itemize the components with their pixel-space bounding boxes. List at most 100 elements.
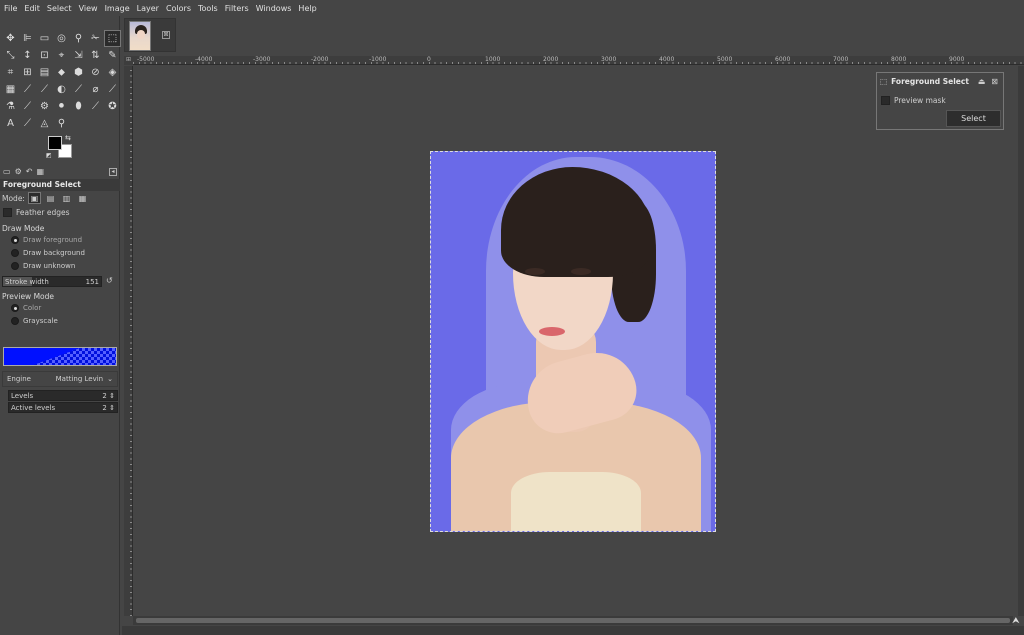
tool-icon[interactable]: ◈ — [104, 64, 121, 81]
radio-preview-grayscale[interactable]: Grayscale — [11, 317, 58, 325]
tool-icon[interactable]: ⬢ — [70, 64, 87, 81]
levels-spinner[interactable]: Levels 2 ⇕ — [8, 390, 118, 401]
swap-colors-icon[interactable]: ⇆ — [65, 134, 71, 142]
image-thumbnail[interactable] — [129, 21, 151, 51]
foreground-color-swatch[interactable] — [48, 136, 62, 150]
tool-options-tab-icon[interactable]: ▭ — [3, 167, 11, 176]
radio-dot[interactable] — [11, 317, 19, 325]
tool-icon[interactable]: ⇲ — [70, 47, 87, 64]
menu-windows[interactable]: Windows — [256, 4, 292, 13]
tool-icon[interactable]: ⤡ — [2, 47, 19, 64]
tool-icon[interactable]: ⌗ — [2, 64, 19, 81]
tool-icon[interactable]: ✁ — [87, 30, 104, 47]
canvas-area[interactable] — [133, 66, 1018, 616]
horizontal-ruler[interactable]: -5000 -4000 -3000 -2000 -1000 0 1000 2000 3000 40… — [133, 56, 1024, 65]
radio-dot[interactable] — [11, 236, 19, 244]
radio-draw-background[interactable]: Draw background — [11, 249, 85, 257]
tool-icon[interactable]: ⌖ — [53, 47, 70, 64]
select-button[interactable]: Select — [946, 110, 1001, 127]
tool-icon[interactable]: ✪ — [104, 98, 121, 115]
tool-icon[interactable]: A — [2, 115, 19, 132]
menu-help[interactable]: Help — [298, 4, 316, 13]
radio-draw-unknown[interactable]: Draw unknown — [11, 262, 75, 270]
engine-select[interactable]: Engine Matting Levin ⌄ — [2, 371, 118, 387]
mode-intersect-button[interactable]: ▦ — [76, 192, 89, 204]
spin-arrows-icon[interactable]: ⇕ — [109, 404, 115, 412]
tool-icon[interactable]: ⚙ — [36, 98, 53, 115]
radio-preview-color[interactable]: Color — [11, 304, 41, 312]
tool-icon[interactable]: ◎ — [53, 30, 70, 47]
navigate-icon[interactable]: ⮝ — [1012, 616, 1020, 626]
spin-arrows-icon[interactable]: ⇕ — [109, 392, 115, 400]
tool-icon[interactable]: ⟋ — [36, 81, 53, 98]
preview-mask-checkbox[interactable] — [881, 96, 890, 105]
tool-icon[interactable]: ⚗ — [2, 98, 19, 115]
tool-icon[interactable]: ▭ — [36, 30, 53, 47]
menu-file[interactable]: File — [4, 4, 17, 13]
mode-subtract-button[interactable]: ▥ — [60, 192, 73, 204]
tool-icon[interactable]: ⊡ — [36, 47, 53, 64]
tool-icon[interactable]: ◐ — [53, 81, 70, 98]
reset-stroke-width-icon[interactable]: ↺ — [106, 276, 113, 285]
ruler-label: 1000 — [485, 56, 501, 63]
image-canvas[interactable] — [430, 151, 716, 532]
active-levels-spinner[interactable]: Active levels 2 ⇕ — [8, 402, 118, 413]
pin-icon[interactable]: ⏏ — [978, 77, 986, 86]
menu-layer[interactable]: Layer — [137, 4, 159, 13]
tool-icon[interactable]: ⬥ — [53, 64, 70, 81]
tool-icon[interactable]: ✥ — [2, 30, 19, 47]
tool-icon[interactable]: ◬ — [36, 115, 53, 132]
menu-image[interactable]: Image — [105, 4, 130, 13]
horizontal-scrollbar[interactable] — [133, 616, 1013, 625]
tool-icon[interactable]: ▦ — [2, 81, 19, 98]
images-tab-icon[interactable]: ▦ — [36, 167, 44, 176]
radio-draw-foreground[interactable]: Draw foreground — [11, 236, 82, 244]
radio-dot[interactable] — [11, 249, 19, 257]
menu-filters[interactable]: Filters — [225, 4, 249, 13]
image-tab[interactable]: ⊠ — [124, 18, 176, 52]
tool-icon[interactable]: ⚲ — [70, 30, 87, 47]
tool-icon[interactable]: ⊞ — [19, 64, 36, 81]
stroke-width-spinner[interactable]: Stroke width 151 — [2, 276, 102, 287]
tool-icon[interactable]: ⟋ — [19, 115, 36, 132]
vertical-ruler[interactable] — [124, 66, 133, 616]
feather-edges-row[interactable]: Feather edges — [3, 208, 70, 217]
tool-icon[interactable]: ↕ — [19, 47, 36, 64]
tool-icon[interactable]: ⟋ — [19, 81, 36, 98]
tool-icon[interactable]: ⟋ — [19, 98, 36, 115]
menu-edit[interactable]: Edit — [24, 4, 40, 13]
radio-dot[interactable] — [11, 262, 19, 270]
mode-add-button[interactable]: ▤ — [44, 192, 57, 204]
menu-colors[interactable]: Colors — [166, 4, 191, 13]
tool-icon[interactable]: ⟋ — [104, 81, 121, 98]
tool-icon[interactable]: ⇅ — [87, 47, 104, 64]
preview-mask-row[interactable]: Preview mask — [881, 96, 946, 105]
tool-icon[interactable]: ⬚ — [104, 30, 121, 47]
tool-icon[interactable]: ⚫ — [53, 98, 70, 115]
tool-icon[interactable]: ⟋ — [70, 81, 87, 98]
menu-select[interactable]: Select — [47, 4, 72, 13]
close-icon[interactable]: ⊠ — [991, 77, 998, 86]
tool-icon[interactable]: ⟋ — [87, 98, 104, 115]
quick-mask-corner-icon[interactable]: ⊞ — [124, 56, 133, 65]
device-status-tab-icon[interactable]: ⚙ — [15, 167, 22, 176]
tool-icon[interactable]: ⚲ — [53, 115, 70, 132]
tool-icon[interactable]: ✎ — [104, 47, 121, 64]
radio-dot[interactable] — [11, 304, 19, 312]
feather-edges-checkbox[interactable] — [3, 208, 12, 217]
close-icon[interactable]: ⊠ — [162, 31, 170, 39]
reset-colors-icon[interactable]: ◩ — [46, 152, 52, 159]
vertical-scrollbar[interactable] — [1018, 66, 1024, 616]
tool-icon[interactable]: ▤ — [36, 64, 53, 81]
tool-icon[interactable]: ⌀ — [87, 81, 104, 98]
tool-icon[interactable]: ⊘ — [87, 64, 104, 81]
undo-history-tab-icon[interactable]: ↶ — [26, 167, 33, 176]
scrollbar-thumb[interactable] — [136, 618, 1010, 623]
tool-icon[interactable]: ⬮ — [70, 98, 87, 115]
mode-replace-button[interactable]: ▣ — [27, 192, 41, 204]
tool-icon[interactable]: ⊫ — [19, 30, 36, 47]
menu-view[interactable]: View — [79, 4, 98, 13]
dock-menu-icon[interactable]: ◂ — [109, 167, 117, 176]
menu-tools[interactable]: Tools — [198, 4, 218, 13]
preview-color-button[interactable] — [3, 347, 117, 366]
